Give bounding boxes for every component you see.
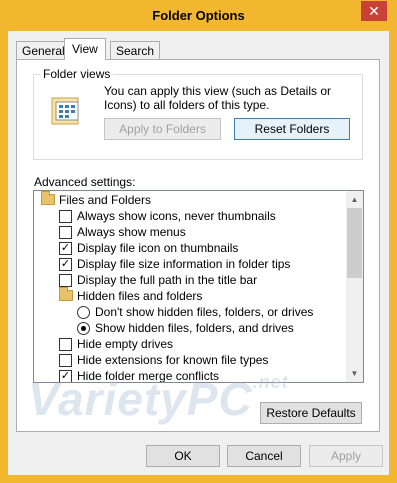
vertical-scrollbar[interactable]: ▲ ▼: [346, 191, 363, 382]
scroll-down-icon[interactable]: ▼: [346, 365, 363, 382]
restore-defaults-button[interactable]: Restore Defaults: [260, 402, 362, 424]
folder-icon: [59, 287, 73, 301]
close-button[interactable]: ✕: [361, 1, 387, 21]
scroll-up-icon[interactable]: ▲: [346, 191, 363, 208]
apply-button[interactable]: Apply: [309, 445, 383, 467]
tab-general[interactable]: General: [16, 41, 71, 59]
checkbox[interactable]: [59, 226, 72, 239]
folder-view-icon: [50, 94, 84, 126]
radio-button[interactable]: [77, 306, 90, 319]
folder-views-legend: Folder views: [40, 67, 114, 81]
checkbox[interactable]: ✓: [59, 258, 72, 271]
checkbox[interactable]: ✓: [59, 242, 72, 255]
cancel-button[interactable]: Cancel: [227, 445, 301, 467]
reset-folders-button[interactable]: Reset Folders: [234, 118, 350, 140]
scroll-thumb[interactable]: [347, 208, 362, 278]
window-title: Folder Options: [152, 8, 245, 23]
checkbox[interactable]: [59, 210, 72, 223]
tab-search[interactable]: Search: [110, 41, 161, 59]
advanced-settings-label: Advanced settings:: [34, 175, 136, 189]
checkbox[interactable]: [59, 354, 72, 367]
watermark-logo: VarietyPC.net: [28, 372, 289, 425]
advanced-settings-list[interactable]: Files and Folders Always show icons, nev…: [33, 190, 364, 383]
apply-to-folders-button[interactable]: Apply to Folders: [104, 118, 221, 140]
title-bar[interactable]: Folder Options ✕: [0, 0, 397, 31]
radio-button[interactable]: [77, 322, 90, 335]
folder-views-description: You can apply this view (such as Details…: [104, 84, 332, 112]
ok-button[interactable]: OK: [146, 445, 220, 467]
folder-icon: [41, 191, 55, 205]
tab-view[interactable]: View: [64, 38, 106, 60]
checkbox[interactable]: [59, 274, 72, 287]
checkbox[interactable]: [59, 338, 72, 351]
